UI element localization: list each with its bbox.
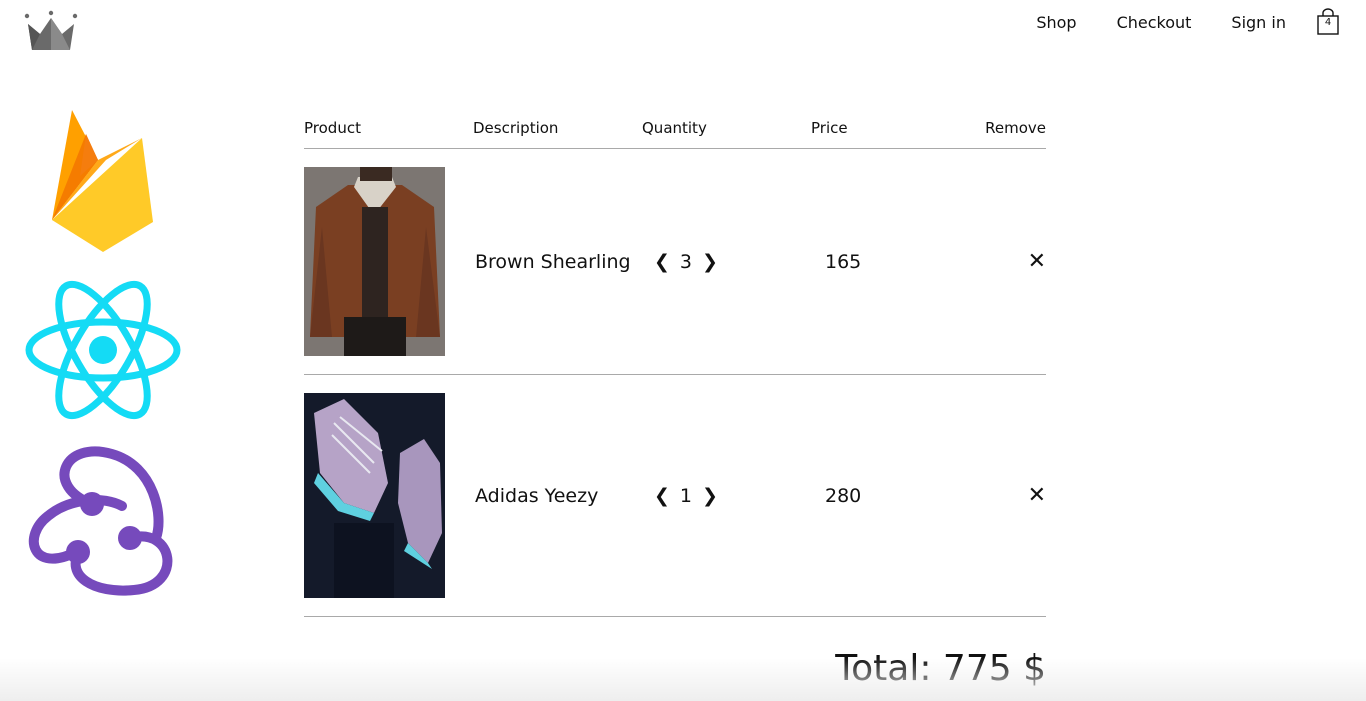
table-row: Adidas Yeezy ❮ 1 ❯ 280 ✕	[304, 375, 1046, 617]
quantity-stepper: ❮ 3 ❯	[642, 251, 811, 273]
table-header: Product Description Quantity Price Remov…	[304, 108, 1046, 149]
price-value: 165	[825, 250, 862, 273]
product-name: Adidas Yeezy	[475, 484, 599, 507]
price-cell: 280	[811, 485, 980, 507]
remove-item-button[interactable]: ✕	[1028, 483, 1046, 508]
main-nav: Shop Checkout Sign in 4	[1036, 8, 1340, 36]
remove-item-button[interactable]: ✕	[1028, 249, 1046, 274]
nav-sign-in-link[interactable]: Sign in	[1231, 13, 1286, 32]
nav-checkout-link[interactable]: Checkout	[1117, 13, 1192, 32]
decrease-quantity-button[interactable]: ❮	[654, 251, 670, 273]
firebase-icon	[46, 108, 158, 256]
quantity-stepper: ❮ 1 ❯	[642, 485, 811, 507]
crown-logo-icon[interactable]	[24, 10, 78, 52]
description-cell: Brown Shearling	[473, 251, 642, 273]
cart-button[interactable]: 4	[1316, 8, 1340, 36]
nav-shop-link[interactable]: Shop	[1036, 13, 1076, 32]
adidas-yeezy-sneakers-photo	[304, 393, 445, 598]
product-name: Brown Shearling	[475, 250, 631, 273]
increase-quantity-button[interactable]: ❯	[702, 251, 718, 273]
remove-cell: ✕	[980, 249, 1046, 274]
price-value: 280	[825, 484, 862, 507]
decrease-quantity-button[interactable]: ❮	[654, 485, 670, 507]
increase-quantity-button[interactable]: ❯	[702, 485, 718, 507]
cart-table: Product Description Quantity Price Remov…	[304, 108, 1046, 617]
table-row: Brown Shearling ❮ 3 ❯ 165 ✕	[304, 149, 1046, 375]
product-cell	[304, 393, 473, 598]
quantity-cell: ❮ 3 ❯	[642, 251, 811, 273]
description-cell: Adidas Yeezy	[473, 485, 642, 507]
brown-shearling-jacket-photo	[304, 167, 445, 356]
quantity-value: 1	[679, 484, 693, 507]
header-remove: Remove	[985, 119, 1046, 137]
react-icon	[24, 280, 182, 422]
remove-cell: ✕	[980, 483, 1046, 508]
redux-icon	[24, 446, 182, 596]
bottom-shadow	[0, 658, 1366, 701]
checkout-page: Shop Checkout Sign in 4 Product Descript…	[0, 0, 1366, 701]
product-cell	[304, 167, 473, 356]
quantity-cell: ❮ 1 ❯	[642, 485, 811, 507]
total-label: Total: 775 $	[835, 648, 1046, 689]
quantity-value: 3	[679, 250, 693, 273]
header-product: Product	[304, 119, 361, 137]
header-price: Price	[811, 119, 848, 137]
price-cell: 165	[811, 251, 980, 273]
cart-count: 4	[1324, 17, 1332, 28]
header-quantity: Quantity	[642, 119, 707, 137]
header-description: Description	[473, 119, 559, 137]
